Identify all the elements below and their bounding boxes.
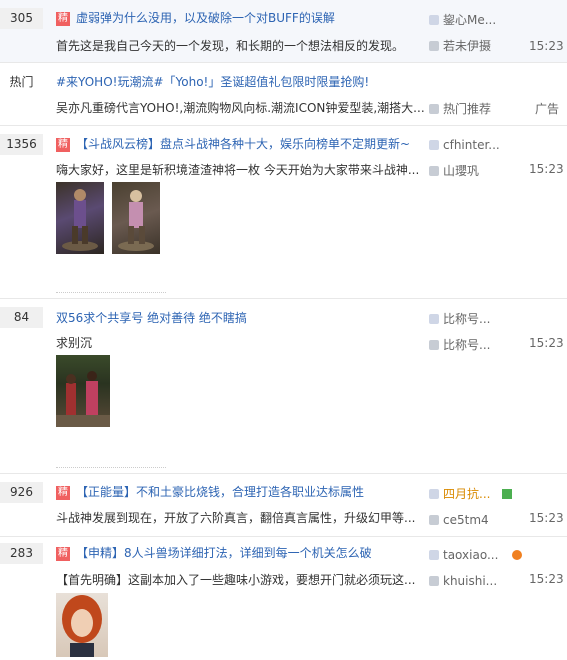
thread-abstract: 嗨大家好，这里是斩积境渣渣神将一枚 今天开始为大家带来斗战神... — [56, 163, 420, 177]
last-reply-time: 15:23 — [529, 39, 564, 53]
last-reply-time: 15:23 — [529, 572, 564, 586]
user-icon — [429, 489, 439, 499]
jing-badge: 精 — [56, 12, 70, 26]
user-icon — [429, 550, 439, 560]
comment-icon — [429, 515, 439, 525]
vip-badge-icon — [502, 489, 513, 499]
last-reply-time: 15:23 — [529, 511, 564, 525]
thread-author[interactable]: 四月抗... — [429, 485, 554, 503]
thread-image-thumbnail[interactable] — [112, 182, 160, 254]
comment-icon — [429, 41, 439, 51]
thread-row: 热门 #来YOHO!玩潮流#「Yoho!」圣诞超值礼包限时限量抢购! 吴亦凡重磅… — [0, 63, 567, 126]
comment-icon — [429, 340, 439, 350]
thread-image-thumbnail[interactable] — [56, 593, 108, 657]
thread-title-link[interactable]: 虚弱弹为什么没用，以及破除一个对BUFF的误解 — [76, 11, 335, 25]
last-reply-user[interactable]: khuishi... — [429, 572, 524, 590]
thread-abstract: 【首先明确】这副本加入了一些趣味小游戏，要想开门就必须玩这... — [56, 573, 416, 587]
last-reply-user[interactable]: 比称号... — [429, 336, 524, 354]
jing-badge: 精 — [56, 138, 70, 152]
thread-title-link[interactable]: #来YOHO!玩潮流#「Yoho!」圣诞超值礼包限时限量抢购! — [56, 75, 369, 89]
thread-title[interactable]: 精【申精】8人斗兽场详细打法，详细到每一个机关怎么破 — [56, 544, 416, 562]
user-icon — [429, 15, 439, 25]
thread-title[interactable]: 精【斗战风云榜】盘点斗战神各种十大，娱乐向榜单不定期更新~ — [56, 135, 416, 153]
divider — [56, 467, 166, 468]
reply-count: 283 — [0, 543, 43, 564]
comment-icon — [429, 166, 439, 176]
ad-label: 广告 — [535, 102, 560, 116]
thread-abstract: 首先这是我自己今天的一个发现，和长期的一个想法相反的发现。 ... — [56, 39, 401, 53]
comment-icon — [429, 104, 439, 114]
reply-count: 926 — [0, 482, 43, 503]
thread-row: 926 精【正能量】不和土豪比烧钱，合理打造各职业达标属性 斗战神发展到现在，开… — [0, 474, 567, 537]
jing-badge: 精 — [56, 486, 70, 500]
last-reply-user[interactable]: 热门推荐 — [429, 100, 519, 118]
last-reply-time: 15:23 — [529, 162, 564, 176]
reply-count: 305 — [0, 8, 43, 29]
people-photo — [56, 371, 110, 427]
jing-badge: 精 — [56, 547, 70, 561]
thread-row: 283 精【申精】8人斗兽场详细打法，详细到每一个机关怎么破 【首先明确】这副本… — [0, 537, 567, 657]
hot-label: 热门 — [9, 75, 34, 89]
thread-author[interactable]: 比称号... — [429, 310, 524, 328]
character-figure — [62, 189, 98, 251]
thread-title-link[interactable]: 【正能量】不和土豪比烧钱，合理打造各职业达标属性 — [76, 485, 364, 499]
reply-count: 84 — [0, 307, 43, 328]
thread-author[interactable]: cfhinter... — [429, 136, 524, 154]
reply-count: 1356 — [0, 134, 43, 155]
character-figure — [118, 190, 154, 251]
last-reply-user[interactable]: ce5tm4 — [429, 511, 524, 529]
thread-row: 1356 精【斗战风云榜】盘点斗战神各种十大，娱乐向榜单不定期更新~ 嗨大家好，… — [0, 126, 567, 299]
thread-image-thumbnail[interactable] — [56, 355, 110, 427]
thread-row: 84 双56求个共享号 绝对善待 绝不瞎搞 求别沉 比称号... 比称号... … — [0, 299, 567, 474]
portrait-photo — [62, 595, 102, 657]
divider — [56, 292, 166, 293]
user-icon — [429, 140, 439, 150]
last-reply-time: 15:23 — [529, 336, 564, 350]
flame-badge-icon — [512, 550, 523, 560]
thread-title[interactable]: 精虚弱弹为什么没用，以及破除一个对BUFF的误解 — [56, 9, 416, 27]
thread-image-thumbnail[interactable] — [56, 182, 104, 254]
user-icon — [429, 314, 439, 324]
thread-title[interactable]: #来YOHO!玩潮流#「Yoho!」圣诞超值礼包限时限量抢购! — [56, 73, 416, 91]
thread-abstract: 斗战神发展到现在，开放了六阶真言，翻倍真言属性，升级幻甲等... — [56, 511, 416, 525]
last-reply-user[interactable]: 若未伊摄 — [429, 37, 524, 55]
thread-author[interactable]: taoxiao... — [429, 546, 554, 564]
thread-title[interactable]: 精【正能量】不和土豪比烧钱，合理打造各职业达标属性 — [56, 483, 416, 501]
thread-abstract: 求别沉 — [56, 336, 93, 350]
last-reply-user[interactable]: 山瓔巩 — [429, 162, 524, 180]
comment-icon — [429, 576, 439, 586]
thread-title[interactable]: 双56求个共享号 绝对善待 绝不瞎搞 — [56, 309, 416, 327]
thread-abstract: 吴亦凡重磅代言YOHO!,潮流购物风向标.潮流ICON钟爱型装,潮搭大... — [56, 101, 425, 115]
thread-title-link[interactable]: 【斗战风云榜】盘点斗战神各种十大，娱乐向榜单不定期更新~ — [76, 137, 410, 151]
thread-title-link[interactable]: 双56求个共享号 绝对善待 绝不瞎搞 — [56, 311, 247, 325]
thread-row: 305 精虚弱弹为什么没用，以及破除一个对BUFF的误解 首先这是我自己今天的一… — [0, 0, 567, 63]
thread-author[interactable]: 鋆心Me... — [429, 11, 524, 29]
thread-title-link[interactable]: 【申精】8人斗兽场详细打法，详细到每一个机关怎么破 — [76, 546, 372, 560]
